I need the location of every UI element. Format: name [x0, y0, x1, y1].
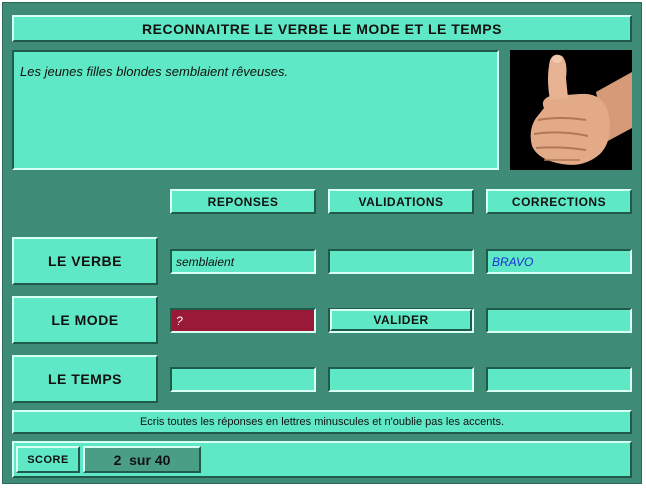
row-label-mode-text: LE MODE — [51, 312, 119, 328]
sentence-text: Les jeunes filles blondes semblaient rêv… — [20, 64, 289, 79]
score-value: 2 sur 40 — [83, 446, 201, 473]
row-label-verbe: LE VERBE — [12, 237, 158, 285]
app-window: RECONNAITRE LE VERBE LE MODE ET LE TEMPS… — [2, 2, 642, 484]
mode-answer-field[interactable]: ? — [170, 308, 316, 333]
column-header-corrections-label: CORRECTIONS — [511, 194, 607, 209]
row-label-mode: LE MODE — [12, 296, 158, 344]
column-header-corrections: CORRECTIONS — [486, 189, 632, 214]
mode-answer-value: ? — [176, 313, 183, 328]
instructions-bar: Ecris toutes les réponses en lettres min… — [12, 410, 632, 434]
thumbs-up-icon — [510, 50, 632, 170]
row-label-verbe-text: LE VERBE — [47, 253, 122, 269]
verbe-correction-field: BRAVO — [486, 249, 632, 274]
column-header-validations-label: VALIDATIONS — [358, 194, 444, 209]
column-header-validations: VALIDATIONS — [328, 189, 474, 214]
score-value-text: 2 sur 40 — [113, 451, 171, 468]
column-header-reponses: REPONSES — [170, 189, 316, 214]
instructions-text: Ecris toutes les réponses en lettres min… — [139, 416, 505, 428]
page-title-text: RECONNAITRE LE VERBE LE MODE ET LE TEMPS — [142, 20, 502, 37]
temps-validation-field — [328, 367, 474, 392]
temps-answer-field[interactable] — [170, 367, 316, 392]
page-title: RECONNAITRE LE VERBE LE MODE ET LE TEMPS — [12, 15, 632, 42]
mode-correction-field — [486, 308, 632, 333]
score-label: SCORE — [16, 446, 80, 473]
verbe-validation-field — [328, 249, 474, 274]
validate-button-label: VALIDER — [373, 313, 429, 327]
row-label-temps: LE TEMPS — [12, 355, 158, 403]
score-label-text: SCORE — [27, 453, 69, 466]
column-header-reponses-label: REPONSES — [207, 194, 279, 209]
sentence-panel: Les jeunes filles blondes semblaient rêv… — [12, 50, 499, 170]
verbe-correction-value: BRAVO — [492, 254, 534, 269]
validate-button[interactable]: VALIDER — [330, 309, 472, 331]
temps-correction-field — [486, 367, 632, 392]
row-label-temps-text: LE TEMPS — [47, 371, 122, 387]
verbe-answer-value: semblaient — [176, 254, 235, 269]
verbe-answer-field[interactable]: semblaient — [170, 249, 316, 274]
